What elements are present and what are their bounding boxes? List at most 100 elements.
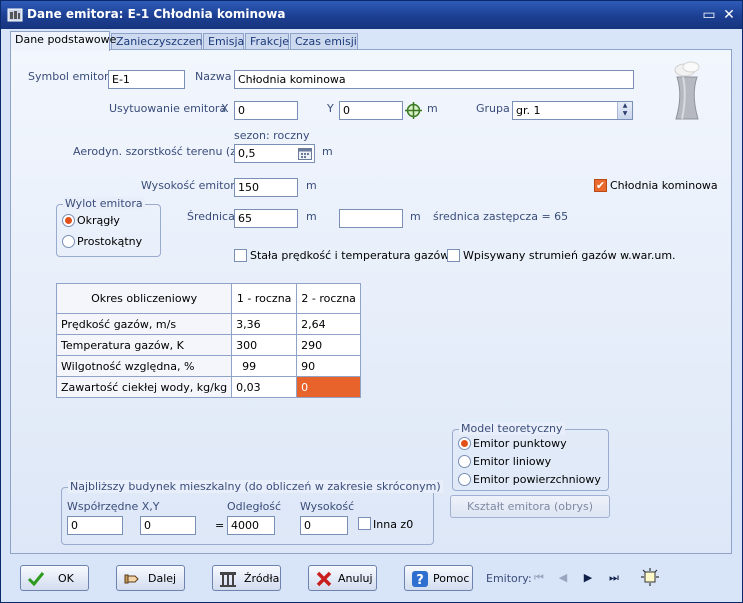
season-label: sezon: roczny <box>234 129 310 142</box>
table-cell[interactable]: 290 <box>296 334 362 356</box>
tab-emission[interactable]: Emisja <box>203 33 244 50</box>
manual-flow-checkbox[interactable] <box>447 249 460 262</box>
height-unit: m <box>306 179 317 192</box>
coords-label: Współrzędne X,Y <box>67 500 160 513</box>
title-bar[interactable]: Dane emitora: E-1 Chłodnia kominowa ▭ ✕ <box>1 1 742 29</box>
ok-label: OK <box>58 572 74 585</box>
ok-button[interactable]: OK <box>20 565 89 591</box>
other-z0-label: Inna z0 <box>373 518 414 531</box>
x-label: X <box>221 102 229 115</box>
hand-next-icon <box>124 574 139 584</box>
model-group-title: Model teoretyczny <box>459 422 565 435</box>
model-point-radio[interactable] <box>458 437 471 450</box>
help-icon: ? <box>412 571 428 588</box>
next-label: Dalej <box>148 572 177 585</box>
cooling-tower-label: Chłodnia kominowa <box>610 179 718 192</box>
table-cell[interactable]: 0,03 <box>231 376 298 398</box>
distance-input[interactable]: 4000 <box>227 516 275 535</box>
table-cell[interactable]: 300 <box>231 334 298 356</box>
next-button[interactable]: Dalej <box>116 565 185 591</box>
row-label: Prędkość gazów, m/s <box>55 313 233 335</box>
tab-basic-data[interactable]: Dane podstawowe <box>10 31 116 51</box>
location-label: Usytuowanie emitora <box>109 102 227 115</box>
table-header[interactable]: 2 - roczna <box>296 283 362 314</box>
table-cell[interactable]: 2,64 <box>296 313 362 335</box>
close-icon[interactable]: ✕ <box>721 7 737 23</box>
equals-sign: = <box>215 519 225 532</box>
height-label: Wysokość emitora <box>141 179 242 192</box>
shape-button-label: Kształt emitora (obrys) <box>466 500 594 513</box>
nav-last-icon[interactable]: ⏭ <box>607 571 621 585</box>
roughness-input[interactable]: 0,5 <box>234 144 315 163</box>
sources-button[interactable]: Źródła <box>212 565 281 591</box>
group-label: Grupa <box>476 102 510 115</box>
table-header[interactable]: 1 - roczna <box>231 283 298 314</box>
svg-text:?: ? <box>416 573 424 588</box>
crosshair-icon[interactable] <box>404 101 423 120</box>
table-header: Okres obliczeniowy <box>55 283 233 314</box>
outlet-group: Wylot emitora <box>56 197 161 257</box>
group-value: gr. 1 <box>516 104 541 117</box>
sources-label: Źródła <box>244 572 280 585</box>
roughness-label: Aerodyn. szorstkość terenu (z0) <box>73 145 248 158</box>
model-line-label: Emitor liniowy <box>473 455 552 468</box>
building-y-input[interactable]: 0 <box>140 516 196 535</box>
nav-prev-icon[interactable]: ◀ <box>556 571 570 585</box>
shape-button[interactable]: Kształt emitora (obrys) <box>450 495 610 518</box>
y-label: Y <box>327 102 334 115</box>
nav-next-icon[interactable]: ▶ <box>581 571 595 585</box>
distance-label: Odległość <box>227 500 282 513</box>
nav-first-icon[interactable]: ⏮ <box>532 571 546 585</box>
table-cell-selected[interactable]: 0 <box>296 376 362 398</box>
cancel-x-icon <box>316 571 332 587</box>
symbol-input[interactable]: E-1 <box>108 70 185 89</box>
tab-pollutants[interactable]: Zanieczyszczenia <box>111 33 212 50</box>
building-height-input[interactable]: 0 <box>300 516 348 535</box>
table-row: Zawartość ciekłej wody, kg/kg 0,03 0 <box>55 376 362 398</box>
calendar-icon[interactable] <box>298 147 312 160</box>
app-icon <box>7 8 23 22</box>
locate-icon[interactable] <box>641 568 659 586</box>
y-input[interactable]: 0 <box>339 101 403 120</box>
x-input[interactable]: 0 <box>234 101 298 120</box>
group-select[interactable]: gr. 1 ▲ ▼ <box>512 101 633 120</box>
table-cell[interactable]: 90 <box>296 355 362 377</box>
building-group-title: Najbliższy budynek mieszkalny (do oblicz… <box>68 480 443 493</box>
dialog-window: Dane emitora: E-1 Chłodnia kominowa ▭ ✕ … <box>0 0 743 603</box>
outlet-rect-radio[interactable] <box>62 235 75 248</box>
diameter-label: Średnica <box>187 210 235 223</box>
const-speed-label: Stała prędkość i temperatura gazów <box>250 249 450 262</box>
other-z0-checkbox[interactable] <box>358 517 371 530</box>
restore-icon[interactable]: ▭ <box>701 7 717 23</box>
const-speed-checkbox[interactable] <box>234 249 247 262</box>
roughness-unit: m <box>322 145 333 158</box>
model-line-radio[interactable] <box>458 455 471 468</box>
table-cell[interactable]: 99 <box>231 355 298 377</box>
equiv-diameter-label: średnica zastępcza = 65 <box>433 210 569 223</box>
emitters-label: Emitory: <box>486 572 532 585</box>
outlet-rect-label: Prostokątny <box>77 235 143 248</box>
diameter-unit: m <box>306 210 317 223</box>
cooling-tower-checkbox[interactable]: ✔ <box>594 179 607 192</box>
manual-flow-label: Wpisywany strumień gazów w.war.um. <box>463 249 676 262</box>
name-input[interactable]: Chłodnia kominowa <box>234 70 634 89</box>
window-title: Dane emitora: E-1 Chłodnia kominowa <box>27 7 286 21</box>
building-x-input[interactable]: 0 <box>67 516 123 535</box>
tab-fractions[interactable]: Frakcje <box>245 33 289 50</box>
period-table: Okres obliczeniowy 1 - roczna 2 - roczna… <box>55 283 362 398</box>
table-cell[interactable]: 3,36 <box>231 313 298 335</box>
row-label: Temperatura gazów, K <box>55 334 233 356</box>
spinner-icon[interactable]: ▲ ▼ <box>617 102 632 119</box>
diameter2-input[interactable] <box>339 209 403 228</box>
model-area-radio[interactable] <box>458 473 471 486</box>
diameter-input[interactable]: 65 <box>234 209 298 228</box>
cooling-tower-icon <box>674 61 700 120</box>
height-input[interactable]: 150 <box>234 178 298 197</box>
tab-emission-time[interactable]: Czas emisji <box>290 33 358 50</box>
name-label: Nazwa <box>195 70 232 83</box>
help-button[interactable]: ? Pomoc <box>404 565 473 591</box>
cancel-button[interactable]: Anuluj <box>308 565 377 591</box>
cancel-label: Anuluj <box>338 572 373 585</box>
outlet-round-radio[interactable] <box>62 214 75 227</box>
table-header-row: Okres obliczeniowy 1 - roczna 2 - roczna <box>55 283 362 314</box>
